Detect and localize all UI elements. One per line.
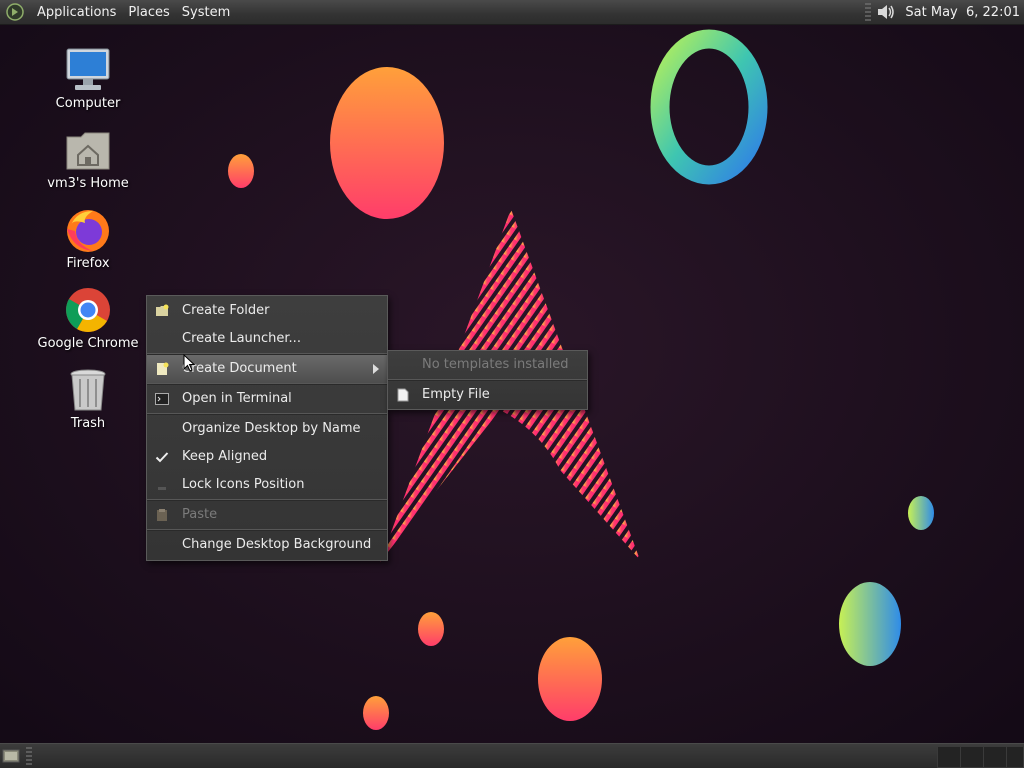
menu-item-label: Empty File	[422, 387, 490, 402]
text-file-icon	[397, 388, 409, 402]
menu-item-change-background[interactable]: Change Desktop Background	[147, 531, 387, 559]
computer-icon	[66, 48, 110, 90]
chrome-icon	[66, 288, 110, 332]
places-menu[interactable]: Places	[123, 2, 174, 23]
desktop-context-menu: Create Folder Create Launcher... Create …	[146, 295, 388, 561]
panel-handle	[26, 747, 32, 765]
submenu-arrow-icon	[373, 364, 379, 374]
top-panel-tray: Sat May 6, 22:01	[865, 0, 1024, 24]
menu-item-label: Organize Desktop by Name	[182, 421, 361, 436]
mouse-pointer-icon	[183, 354, 195, 372]
desktop-icon-home[interactable]: vm3's Home	[33, 125, 143, 191]
terminal-icon	[155, 393, 169, 405]
trash-icon	[70, 369, 106, 411]
show-desktop-icon[interactable]	[2, 747, 22, 765]
workspace-1[interactable]	[937, 746, 961, 768]
menu-item-open-terminal[interactable]: Open in Terminal	[147, 385, 387, 413]
menu-item-keep-aligned[interactable]: Keep Aligned	[147, 443, 387, 471]
panel-handle	[865, 3, 872, 21]
menu-item-label: No templates installed	[422, 357, 569, 372]
menu-item-create-launcher[interactable]: Create Launcher...	[147, 325, 387, 353]
desktop-icon-firefox[interactable]: Firefox	[33, 205, 143, 271]
desktop-icon-label: Computer	[55, 96, 121, 111]
workspace-4[interactable]	[1006, 746, 1024, 768]
checkbox-off-icon	[158, 487, 166, 490]
firefox-icon	[67, 210, 109, 252]
desktop-icon-chrome[interactable]: Google Chrome	[33, 285, 143, 351]
submenu-item-empty-file[interactable]: Empty File	[388, 381, 587, 409]
desktop-icon-label: Trash	[70, 416, 106, 431]
desktop-icon-trash[interactable]: Trash	[33, 365, 143, 431]
paste-icon	[157, 509, 167, 521]
desktop-icon-computer[interactable]: Computer	[33, 45, 143, 111]
menu-item-label: Keep Aligned	[182, 449, 268, 464]
menu-item-label: Create Folder	[182, 303, 270, 318]
create-document-submenu: No templates installed Empty File	[387, 350, 588, 410]
mate-menu-icon[interactable]	[6, 3, 24, 21]
checkmark-icon	[155, 452, 169, 463]
submenu-item-no-templates: No templates installed	[388, 351, 587, 379]
menu-item-label: Create Document	[182, 361, 297, 376]
workspace-3[interactable]	[983, 746, 1007, 768]
menu-item-lock-icons[interactable]: Lock Icons Position	[147, 471, 387, 499]
menu-item-label: Create Launcher...	[182, 331, 301, 346]
applications-menu[interactable]: Applications	[32, 2, 121, 23]
workspace-2[interactable]	[960, 746, 984, 768]
menu-item-create-folder[interactable]: Create Folder	[147, 297, 387, 325]
menu-item-organize-by-name[interactable]: Organize Desktop by Name	[147, 415, 387, 443]
document-new-icon	[157, 362, 169, 375]
desktop-icon-label: Firefox	[66, 256, 110, 271]
bottom-panel	[0, 743, 1024, 768]
menu-item-label: Paste	[182, 507, 218, 522]
menu-item-label: Change Desktop Background	[182, 537, 372, 552]
menu-item-label: Lock Icons Position	[182, 477, 305, 492]
system-menu[interactable]: System	[177, 2, 235, 23]
folder-new-icon	[156, 304, 169, 316]
speaker-volume-icon[interactable]	[875, 2, 897, 22]
top-panel: Applications Places System Sat May 6, 22…	[0, 0, 1024, 25]
desktop-icon-label: vm3's Home	[47, 176, 129, 191]
menu-item-paste: Paste	[147, 501, 387, 529]
menu-item-label: Open in Terminal	[182, 391, 292, 406]
home-folder-icon	[66, 132, 110, 170]
desktop-icon-label: Google Chrome	[37, 336, 139, 351]
clock[interactable]: Sat May 6, 22:01	[897, 5, 1024, 20]
